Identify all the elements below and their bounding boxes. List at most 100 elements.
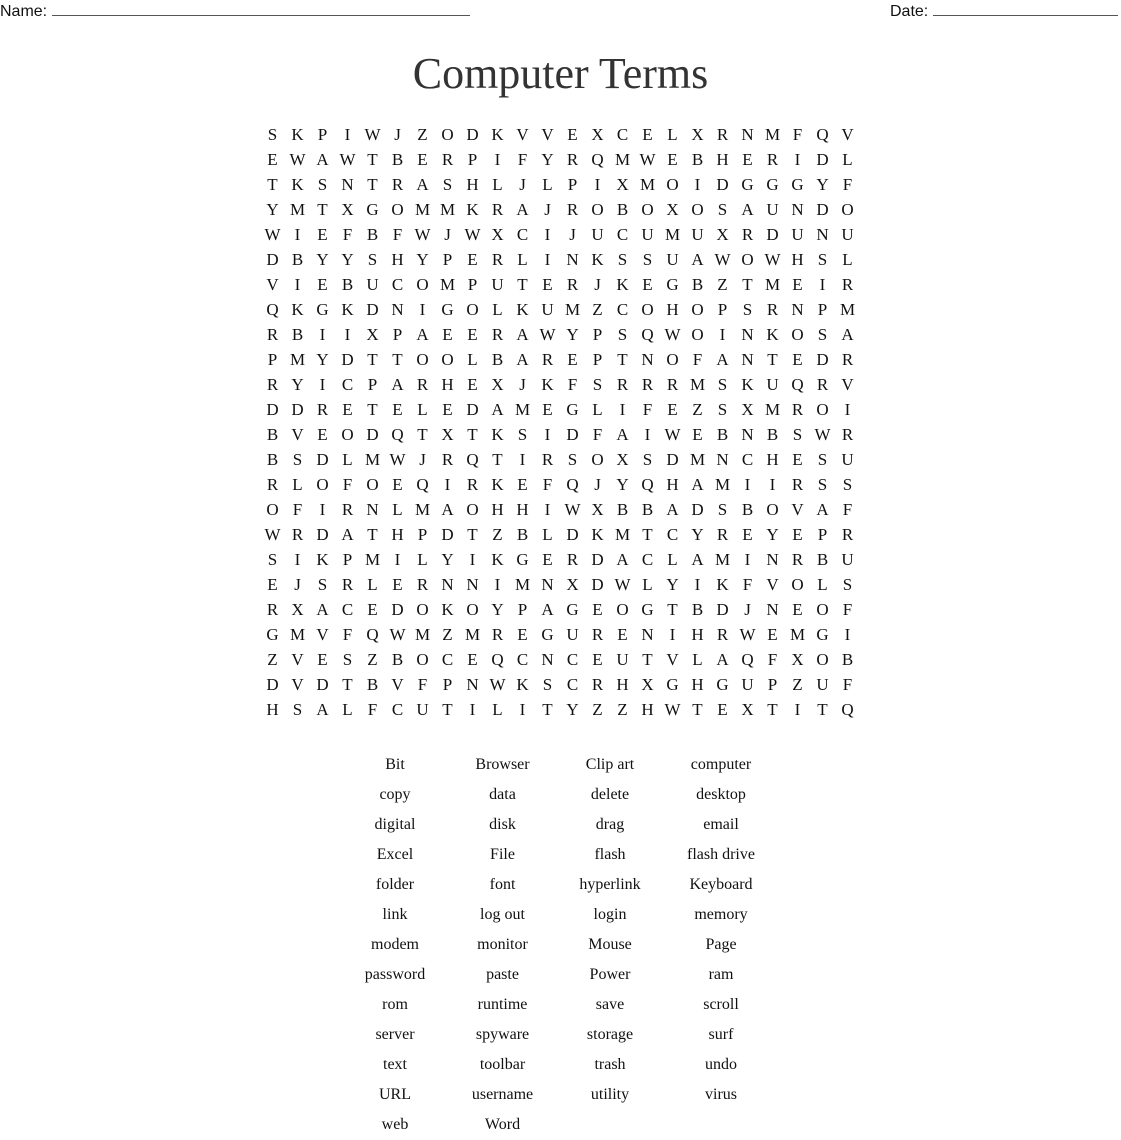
grid-letter: V xyxy=(291,675,304,694)
grid-letter: T xyxy=(367,175,378,194)
grid-letter: Y xyxy=(291,375,304,394)
grid-letter: W xyxy=(539,325,556,344)
grid-letter: N xyxy=(741,125,754,144)
grid-letter: S xyxy=(642,450,653,469)
grid-letter: J xyxy=(594,275,601,294)
grid-letter: D xyxy=(766,225,779,244)
grid-letter: M xyxy=(289,350,306,369)
grid-letter: E xyxy=(792,600,803,619)
grid-letter: Z xyxy=(592,300,603,319)
grid-letter: R xyxy=(441,450,454,469)
grid-letter: E xyxy=(442,325,453,344)
grid-letter: G xyxy=(566,600,579,619)
grid-letter: E xyxy=(342,400,353,419)
grid-letter: Y xyxy=(316,250,329,269)
word-list-item: Bit xyxy=(385,756,405,773)
grid-letter: A xyxy=(516,200,529,219)
grid-letter: T xyxy=(667,600,678,619)
grid-letter: L xyxy=(642,575,653,594)
grid-letter: Y xyxy=(316,350,329,369)
grid-letter: V xyxy=(541,125,554,144)
grid-letter: S xyxy=(367,250,378,269)
grid-letter: R xyxy=(566,150,579,169)
grid-letter: R xyxy=(491,200,504,219)
grid-letter: O xyxy=(316,475,329,494)
grid-letter: A xyxy=(416,325,429,344)
grid-letter: X xyxy=(441,425,454,444)
grid-letter: J xyxy=(419,450,426,469)
grid-letter: O xyxy=(791,325,804,344)
grid-row: TKSNTRASHLJLPIXMOIDGGGYF xyxy=(260,172,860,197)
grid-letter: Y xyxy=(491,600,504,619)
grid-letter: C xyxy=(616,125,629,144)
grid-letter: F xyxy=(567,375,578,394)
grid-letter: D xyxy=(691,500,704,519)
grid-letter: O xyxy=(791,575,804,594)
grid-letter: X xyxy=(591,500,604,519)
grid-letter: T xyxy=(392,350,403,369)
grid-row: BSDLMWJRQTIRSOXSDMNCHESU xyxy=(260,447,860,472)
grid-letter: Q xyxy=(266,300,279,319)
grid-letter: T xyxy=(317,200,328,219)
word-list-item: trash xyxy=(594,1056,626,1073)
grid-letter: V xyxy=(291,650,304,669)
grid-letter: X xyxy=(616,175,629,194)
grid-letter: S xyxy=(817,450,828,469)
grid-letter: J xyxy=(519,375,526,394)
grid-letter: U xyxy=(816,675,829,694)
grid-letter: I xyxy=(294,275,301,294)
grid-letter: E xyxy=(517,625,528,644)
grid-letter: H xyxy=(691,675,704,694)
grid-letter: M xyxy=(414,625,431,644)
grid-letter: R xyxy=(791,550,804,569)
grid-letter: M xyxy=(689,450,706,469)
grid-letter: G xyxy=(366,200,379,219)
grid-letter: F xyxy=(742,575,753,594)
grid-letter: R xyxy=(266,475,279,494)
grid-letter: Z xyxy=(592,700,603,719)
grid-letter: A xyxy=(516,325,529,344)
grid-letter: P xyxy=(267,350,278,369)
grid-letter: L xyxy=(492,300,503,319)
word-list-item: save xyxy=(595,996,625,1013)
grid-letter: I xyxy=(319,325,326,344)
grid-letter: G xyxy=(791,175,804,194)
word-list-item: computer xyxy=(690,756,752,773)
grid-letter: S xyxy=(717,375,728,394)
grid-letter: C xyxy=(566,675,579,694)
grid-letter: O xyxy=(441,350,454,369)
grid-letter: T xyxy=(442,700,453,719)
word-list-item: File xyxy=(490,846,515,863)
grid-letter: R xyxy=(266,375,279,394)
grid-letter: W xyxy=(339,150,356,169)
grid-letter: A xyxy=(516,350,529,369)
grid-letter: W xyxy=(814,425,831,444)
grid-letter: K xyxy=(591,525,604,544)
grid-letter: B xyxy=(616,500,629,519)
grid-letter: Q xyxy=(491,650,504,669)
grid-letter: F xyxy=(342,475,353,494)
word-list-item: link xyxy=(382,906,408,923)
grid-letter: R xyxy=(541,450,554,469)
word-list-item: flash drive xyxy=(687,846,755,863)
grid-letter: S xyxy=(817,325,828,344)
grid-letter: I xyxy=(494,150,501,169)
grid-letter: G xyxy=(541,625,554,644)
grid-letter: B xyxy=(291,325,304,344)
grid-letter: Y xyxy=(816,175,829,194)
grid-letter: H xyxy=(641,700,654,719)
grid-letter: M xyxy=(764,275,781,294)
grid-letter: G xyxy=(266,625,279,644)
grid-letter: U xyxy=(641,225,654,244)
grid-letter: R xyxy=(491,325,504,344)
grid-letter: E xyxy=(392,400,403,419)
grid-letter: O xyxy=(816,650,829,669)
grid-letter: I xyxy=(794,700,801,719)
grid-letter: K xyxy=(716,575,729,594)
grid-letter: E xyxy=(542,400,553,419)
grid-row: DVDTBVFPNWKSCRHXGHGUPZUF xyxy=(260,672,860,697)
grid-letter: L xyxy=(842,250,853,269)
grid-row: DBYYSHYPERLINKSSUAWOWHSL xyxy=(260,247,860,272)
grid-letter: T xyxy=(642,525,653,544)
grid-letter: Q xyxy=(591,150,604,169)
